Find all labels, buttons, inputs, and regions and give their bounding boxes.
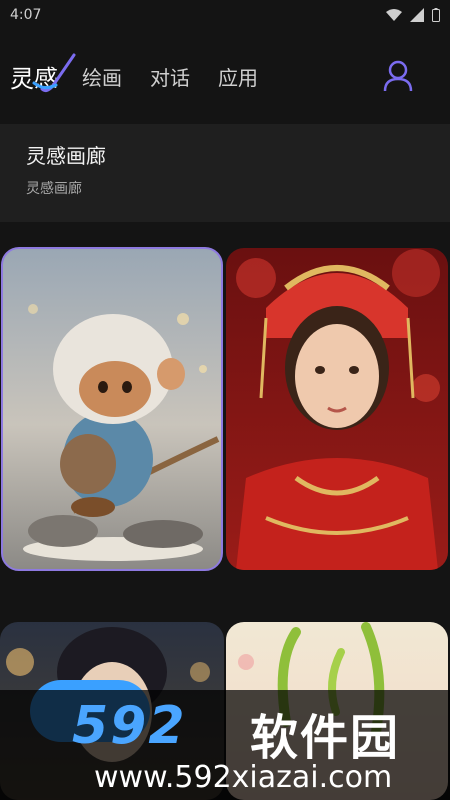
watermark-banner: 592 软件园 www.592xiazai.com bbox=[0, 690, 450, 800]
signal-icon bbox=[410, 8, 424, 22]
tab-apps[interactable]: 应用 bbox=[218, 62, 258, 91]
brand-logo[interactable]: 灵感 bbox=[10, 53, 76, 94]
watermark-url: www.592xiazai.com bbox=[94, 760, 393, 795]
profile-button[interactable] bbox=[382, 60, 414, 92]
watermark-logo: 592 bbox=[72, 696, 187, 756]
monkey-artwork bbox=[23, 304, 220, 561]
user-icon bbox=[383, 60, 413, 92]
tab-drawing[interactable]: 绘画 bbox=[82, 62, 122, 91]
tab-chat[interactable]: 对话 bbox=[150, 62, 190, 91]
top-nav: 灵感 绘画 对话 应用 bbox=[0, 48, 450, 104]
brush-stroke-icon bbox=[32, 53, 76, 92]
girl-tile[interactable] bbox=[226, 248, 448, 570]
wifi-icon bbox=[386, 9, 402, 21]
gallery-subtitle: 灵感画廊 bbox=[26, 181, 82, 197]
monkey-tile[interactable] bbox=[1, 247, 223, 571]
status-bar: 4:07 bbox=[0, 0, 450, 30]
battery-icon bbox=[432, 8, 440, 22]
watermark-chinese: 软件园 bbox=[250, 710, 401, 766]
gallery-title: 灵感画廊 bbox=[26, 144, 106, 168]
gallery-header[interactable]: 灵感画廊 灵感画廊 bbox=[0, 124, 450, 222]
girl-artwork bbox=[236, 249, 440, 570]
status-time: 4:07 bbox=[10, 7, 42, 23]
status-icons bbox=[386, 8, 440, 22]
